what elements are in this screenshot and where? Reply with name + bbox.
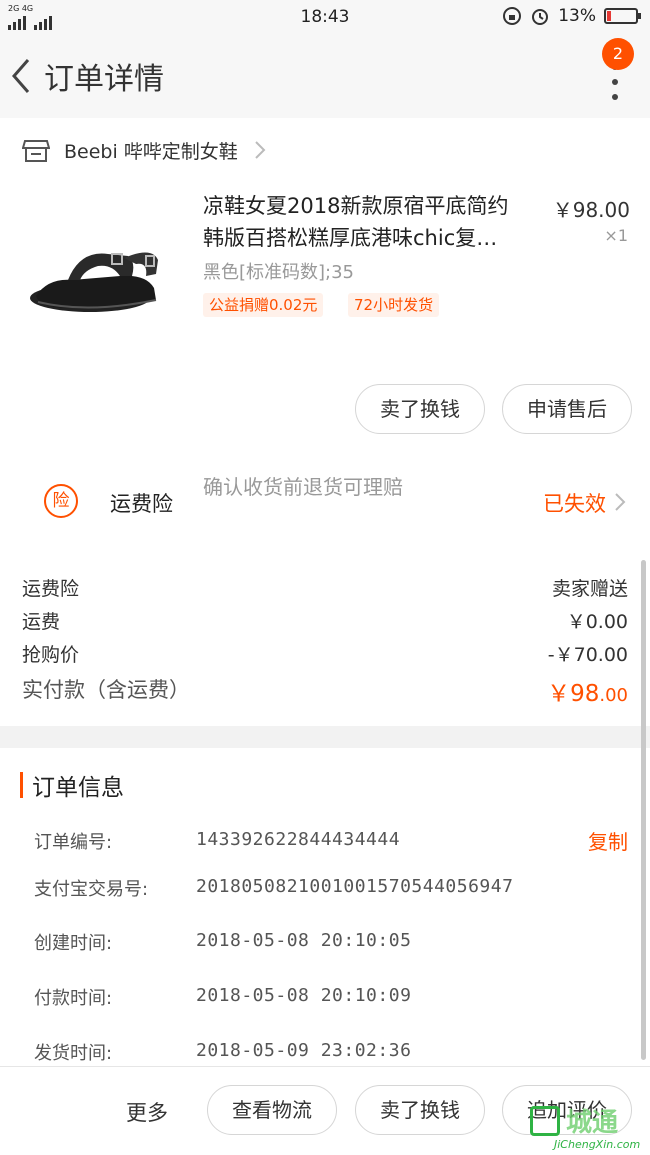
fee-row: 运费险 卖家赠送	[22, 574, 628, 601]
shipped-time-label: 发货时间:	[34, 1043, 113, 1064]
product-title[interactable]: 凉鞋女夏2018新款原宿平底简约 韩版百搭松糕厚底港味chic复…	[203, 190, 543, 254]
watermark-logo: 城通 JiChengXin.com	[530, 1100, 646, 1154]
fee-label: 抢购价	[22, 644, 80, 666]
shipping-insurance-row[interactable]: 险 运费险 确认收货前退货可理赔 已失效	[0, 448, 650, 546]
section-accent-bar	[20, 772, 23, 798]
product-title-line2: 韩版百搭松糕厚底港味chic复…	[203, 226, 498, 250]
watermark-sub: JiChengXin.com	[554, 1138, 641, 1151]
shop-name: Beebi 哔哔定制女鞋	[64, 140, 238, 163]
total-row: 实付款（含运费） ￥98.00	[22, 674, 628, 707]
shipped-time-value: 2018-05-09 23:02:36	[196, 1040, 412, 1061]
paid-time-value: 2018-05-08 20:10:09	[196, 985, 412, 1006]
alarm-icon	[532, 9, 549, 25]
insurance-icon: 险	[44, 484, 78, 518]
chevron-right-icon	[255, 141, 266, 159]
fee-row: 运费 ￥0.00	[22, 607, 628, 634]
status-bar: 2G 4G 18:43 13%	[0, 0, 650, 34]
back-arrow-icon[interactable]	[6, 54, 36, 98]
battery-percent: 13%	[558, 6, 596, 26]
copy-button[interactable]: 复制	[588, 826, 628, 855]
product-image[interactable]	[28, 226, 168, 336]
created-time-value: 2018-05-08 20:10:05	[196, 930, 412, 951]
shop-header[interactable]: Beebi 哔哔定制女鞋	[22, 128, 266, 172]
product-sku: 黑色[标准码数];35	[203, 262, 355, 283]
more-button[interactable]: 更多	[126, 1097, 168, 1127]
nav-bar: 订单详情 2	[0, 34, 650, 118]
created-time-label: 创建时间:	[34, 933, 113, 954]
fee-summary: 运费险 卖家赠送 运费 ￥0.00 抢购价 -￥70.00 实付款（含运费） ￥…	[0, 546, 650, 726]
fee-row: 抢购价 -￥70.00	[22, 640, 628, 667]
chevron-right-icon	[615, 493, 626, 511]
scrollbar[interactable]	[641, 560, 646, 1060]
order-number-label: 订单编号:	[34, 832, 113, 853]
tag-shipping: 72小时发货	[348, 293, 440, 317]
rotation-lock-icon	[503, 7, 522, 25]
product-quantity: ×1	[604, 226, 628, 245]
fee-label: 运费险	[22, 578, 80, 600]
page-title: 订单详情	[44, 62, 164, 97]
product-price: ￥98.00	[552, 198, 630, 222]
insurance-description: 确认收货前退货可理赔	[203, 475, 403, 499]
shop-icon	[22, 140, 50, 162]
sell-button[interactable]: 卖了换钱	[355, 1085, 485, 1135]
order-item-card: Beebi 哔哔定制女鞋 凉鞋女夏2018新款原宿平底简约 韩版百搭松糕厚底港味…	[0, 118, 650, 448]
sell-item-button[interactable]: 卖了换钱	[355, 384, 485, 434]
total-amount-main: ￥98	[547, 681, 600, 707]
watermark-text: 城通	[566, 1108, 619, 1138]
status-icons: 13%	[502, 6, 641, 26]
total-amount-cents: .00	[599, 685, 628, 706]
total-label: 实付款（含运费）	[22, 678, 190, 702]
after-sale-button[interactable]: 申请售后	[502, 384, 632, 434]
alipay-trade-label: 支付宝交易号:	[34, 879, 149, 900]
alipay-trade-value: 2018050821001001570544056947	[196, 876, 514, 897]
fee-value: -￥70.00	[547, 644, 628, 666]
order-info-section: 订单信息 订单编号: 143392622844434444 复制 支付宝交易号:…	[0, 748, 650, 1066]
view-logistics-button[interactable]: 查看物流	[207, 1085, 337, 1135]
order-info-title: 订单信息	[32, 775, 124, 801]
order-number-value: 143392622844434444	[196, 829, 401, 850]
battery-icon	[604, 8, 641, 24]
fee-value: 卖家赠送	[551, 578, 628, 600]
watermark-box-icon	[530, 1106, 560, 1136]
paid-time-label: 付款时间:	[34, 988, 113, 1009]
notification-badge: 2	[602, 38, 634, 70]
insurance-label: 运费险	[110, 492, 173, 516]
fee-value: ￥0.00	[566, 611, 628, 633]
insurance-status: 已失效	[543, 492, 606, 516]
total-amount: ￥98.00	[547, 674, 628, 708]
fee-label: 运费	[22, 611, 61, 633]
product-title-line1: 凉鞋女夏2018新款原宿平底简约	[203, 194, 509, 218]
tag-charity: 公益捐赠0.02元	[203, 293, 324, 317]
